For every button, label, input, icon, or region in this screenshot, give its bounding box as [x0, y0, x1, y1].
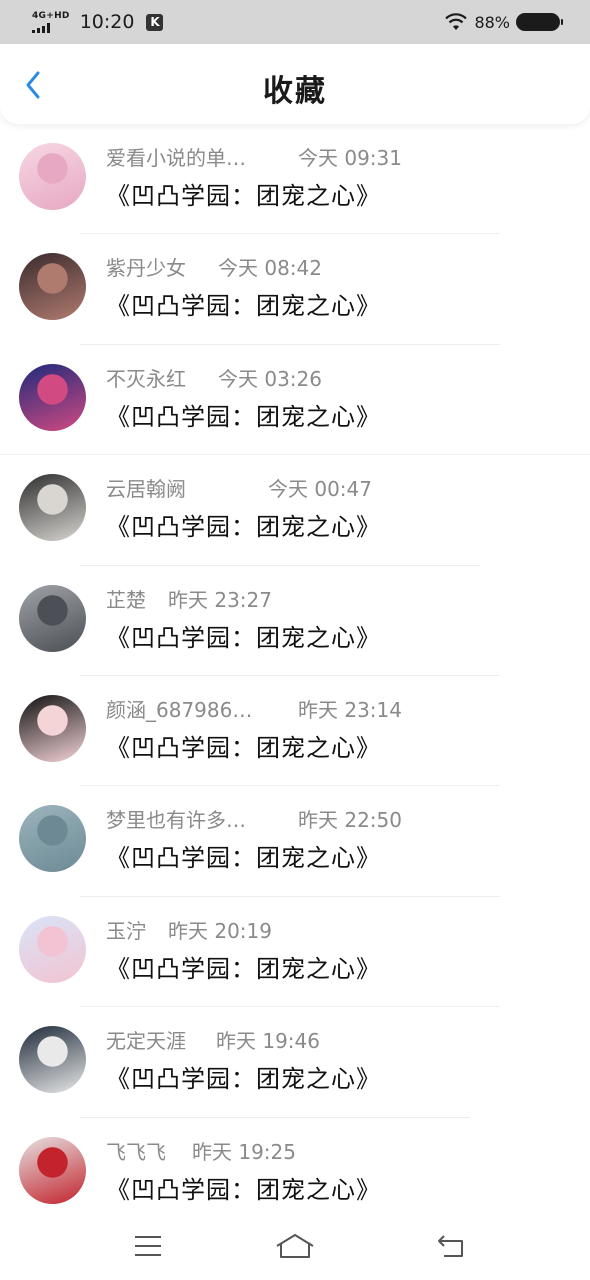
header: 收藏 [0, 44, 590, 124]
username: 爱看小说的单… [106, 146, 246, 170]
username: 紫丹少女 [106, 256, 186, 281]
signal-icon [32, 22, 50, 33]
avatar[interactable] [19, 253, 86, 321]
book-title: 《凹凸学园：团宠之心》 [106, 1175, 381, 1204]
battery-percent: 88% [474, 12, 510, 32]
timestamp: 昨天 20:19 [168, 918, 272, 943]
book-title: 《凹凸学园：团宠之心》 [106, 402, 381, 431]
back-nav-button[interactable] [430, 1230, 470, 1262]
list-item[interactable]: 玉泞 昨天 20:19 《凹凸学园：团宠之心》 [0, 897, 590, 1008]
avatar[interactable] [19, 474, 86, 542]
status-bar: 4G+HD 10:20 K 88% [0, 0, 590, 44]
username: 颜涵_687986… [106, 697, 253, 722]
timestamp: 今天 08:42 [218, 256, 322, 281]
book-title: 《凹凸学园：团宠之心》 [106, 954, 381, 983]
avatar[interactable] [19, 915, 86, 983]
item-meta: 玉泞 昨天 20:19 [106, 915, 416, 945]
favorites-list: 爱看小说的单… 今天 09:31 《凹凸学园：团宠之心》 紫丹少女 今天 08:42 《凹… [0, 124, 590, 1228]
list-item[interactable]: 爱看小说的单… 今天 09:31 《凹凸学园：团宠之心》 [0, 124, 590, 235]
username: 玉泞 [106, 918, 146, 943]
signal-indicator: 4G+HD [32, 10, 70, 33]
list-item[interactable]: 芷楚 昨天 23:27 《凹凸学园：团宠之心》 [0, 566, 590, 676]
list-item[interactable]: 紫丹少女 今天 08:42 《凹凸学园：团宠之心》 [0, 234, 590, 345]
battery-icon [516, 13, 563, 31]
username: 飞飞飞 [106, 1139, 166, 1164]
item-meta: 紫丹少女 今天 08:42 [106, 252, 416, 282]
item-meta: 芷楚 昨天 23:27 [106, 584, 416, 614]
status-left: 4G+HD 10:20 K [32, 10, 164, 33]
menu-button[interactable] [128, 1230, 168, 1262]
page-title: 收藏 [263, 74, 327, 109]
timestamp: 今天 00:47 [268, 477, 372, 502]
item-meta: 梦里也有许多… 昨天 22:50 [106, 804, 416, 834]
back-icon [438, 1235, 463, 1257]
timestamp: 今天 03:26 [218, 366, 322, 391]
system-nav-bar [0, 1212, 590, 1280]
item-meta: 无定天涯 昨天 19:46 [106, 1025, 416, 1055]
app-badge: K [146, 13, 164, 31]
wifi-icon [445, 13, 468, 30]
book-title: 《凹凸学园：团宠之心》 [106, 623, 381, 652]
timestamp: 昨天 23:27 [168, 587, 272, 612]
item-meta: 不灭永红 今天 03:26 [106, 363, 416, 393]
item-meta: 爱看小说的单… 今天 09:31 [106, 142, 416, 172]
book-title: 《凹凸学园：团宠之心》 [106, 844, 381, 873]
menu-icon [135, 1236, 161, 1256]
list-item[interactable]: 云居翰阙 今天 00:47 《凹凸学园：团宠之心》 [0, 455, 590, 566]
avatar[interactable] [19, 694, 86, 762]
timestamp: 昨天 23:14 [298, 697, 402, 722]
book-title: 《凹凸学园：团宠之心》 [106, 182, 381, 210]
username: 无定天涯 [106, 1029, 186, 1054]
list-item[interactable]: 颜涵_687986… 昨天 23:14 《凹凸学园：团宠之心》 [0, 676, 590, 787]
username: 不灭永红 [106, 366, 186, 391]
timestamp: 昨天 22:50 [298, 808, 402, 833]
book-title: 《凹凸学园：团宠之心》 [106, 1065, 381, 1094]
list-item[interactable]: 不灭永红 今天 03:26 《凹凸学园：团宠之心》 [0, 345, 590, 456]
avatar[interactable] [19, 1026, 86, 1094]
book-title: 《凹凸学园：团宠之心》 [106, 292, 381, 321]
item-meta: 飞飞飞 昨天 19:25 [106, 1136, 416, 1166]
timestamp: 今天 09:31 [298, 146, 402, 170]
home-button[interactable] [275, 1230, 315, 1262]
status-right: 88% [444, 12, 563, 32]
avatar[interactable] [19, 805, 86, 873]
item-meta: 颜涵_687986… 昨天 23:14 [106, 694, 416, 724]
avatar[interactable] [19, 1136, 86, 1204]
list-item[interactable]: 无定天涯 昨天 19:46 《凹凸学园：团宠之心》 [0, 1007, 590, 1118]
item-meta: 云居翰阙 今天 00:47 [106, 473, 416, 503]
avatar[interactable] [19, 143, 86, 210]
status-time: 10:20 [79, 11, 135, 33]
avatar[interactable] [19, 363, 86, 431]
home-icon [276, 1234, 314, 1258]
book-title: 《凹凸学园：团宠之心》 [106, 513, 381, 542]
username: 芷楚 [106, 587, 146, 612]
timestamp: 昨天 19:46 [216, 1029, 320, 1054]
list-item[interactable]: 梦里也有许多… 昨天 22:50 《凹凸学园：团宠之心》 [0, 786, 590, 897]
username: 云居翰阙 [106, 477, 186, 502]
username: 梦里也有许多… [106, 808, 246, 833]
network-type: 4G+HD [32, 10, 70, 21]
avatar[interactable] [19, 584, 86, 652]
book-title: 《凹凸学园：团宠之心》 [106, 733, 381, 762]
timestamp: 昨天 19:25 [192, 1139, 296, 1164]
